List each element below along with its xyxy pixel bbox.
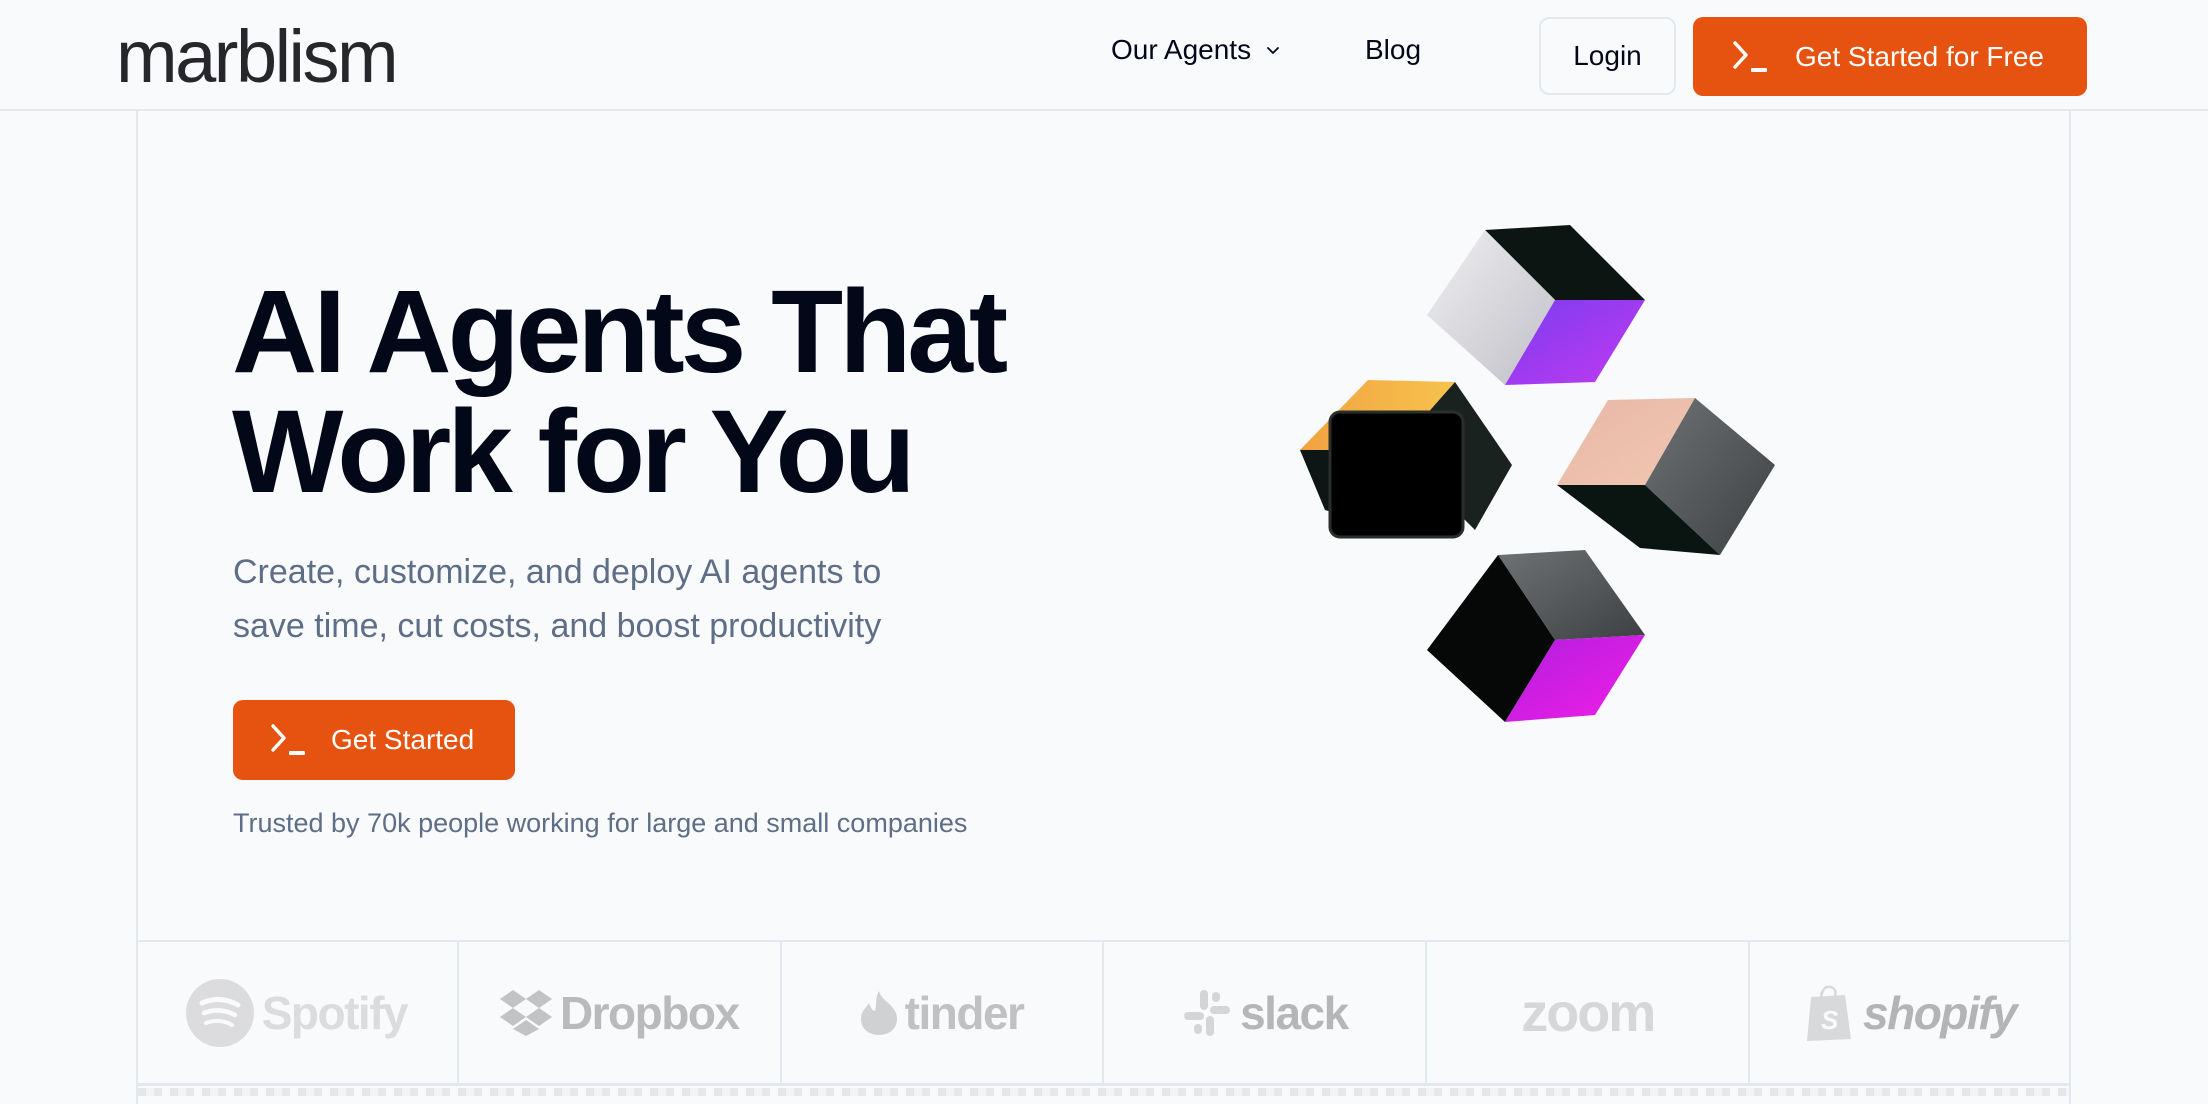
cubes-illustration (1300, 225, 1775, 722)
site-header: marblism Our Agents Blog Login Get Start… (0, 0, 2208, 111)
logo-zoom-label: zoom (1521, 982, 1656, 1043)
logo-dropbox: Dropbox (459, 942, 782, 1083)
nav-our-agents[interactable]: Our Agents (1111, 34, 1281, 66)
trusted-by-text: Trusted by 70k people working for large … (233, 808, 968, 838)
get-started-free-label: Get Started for Free (1795, 40, 2044, 72)
terminal-prompt-icon (271, 724, 305, 755)
logo-dropbox-label: Dropbox (559, 986, 740, 1039)
cube-left (1300, 380, 1512, 539)
brand-logo[interactable]: marblism (116, 12, 399, 102)
hero-title: AI Agents That Work for You (232, 272, 1008, 512)
chevron-down-icon (1267, 47, 1279, 54)
decorative-pattern-strip (138, 1088, 2069, 1096)
logo-shopify-label: shopify (1863, 986, 2018, 1039)
logo-slack-label: slack (1240, 986, 1349, 1039)
cube-top (1427, 225, 1645, 385)
login-button[interactable]: Login (1539, 17, 1676, 95)
nav-blog[interactable]: Blog (1365, 34, 1421, 66)
logo-zoom: zoom (1427, 942, 1751, 1083)
cube-bottom (1427, 550, 1645, 722)
logo-tinder-label: tinder (904, 986, 1025, 1039)
logo-spotify-label: Spotify (261, 986, 409, 1039)
hero-title-line-2: Work for You (232, 386, 916, 518)
get-started-free-button[interactable]: Get Started for Free (1693, 17, 2087, 96)
hero-subtitle: Create, customize, and deploy AI agents … (233, 545, 993, 653)
logo-shopify: S shopify (1750, 942, 2071, 1083)
nav-our-agents-label: Our Agents (1111, 34, 1252, 65)
logo-tinder: tinder (782, 942, 1105, 1083)
shopify-bag-icon: S (1807, 984, 1852, 1041)
get-started-button[interactable]: Get Started (233, 700, 515, 780)
login-button-label: Login (1573, 40, 1642, 71)
slack-icon (1184, 989, 1231, 1036)
customer-logos: Spotify Dropbox tinder slack zoom S shop… (136, 940, 2071, 1086)
logo-spotify: Spotify (136, 942, 459, 1083)
nav-blog-label: Blog (1365, 34, 1422, 65)
get-started-label: Get Started (331, 724, 475, 755)
hero-subtitle-line-2: save time, cut costs, and boost producti… (233, 607, 882, 645)
dropbox-icon (499, 989, 552, 1036)
cube-right (1557, 398, 1775, 555)
spotify-icon (185, 978, 254, 1047)
logo-slack: slack (1104, 942, 1428, 1083)
hero-title-line-1: AI Agents That (232, 266, 1008, 398)
tinder-flame-icon (860, 990, 897, 1035)
hero-subtitle-line-1: Create, customize, and deploy AI agents … (233, 553, 882, 591)
svg-text:S: S (1821, 1005, 1839, 1035)
terminal-prompt-icon (1733, 40, 1767, 72)
